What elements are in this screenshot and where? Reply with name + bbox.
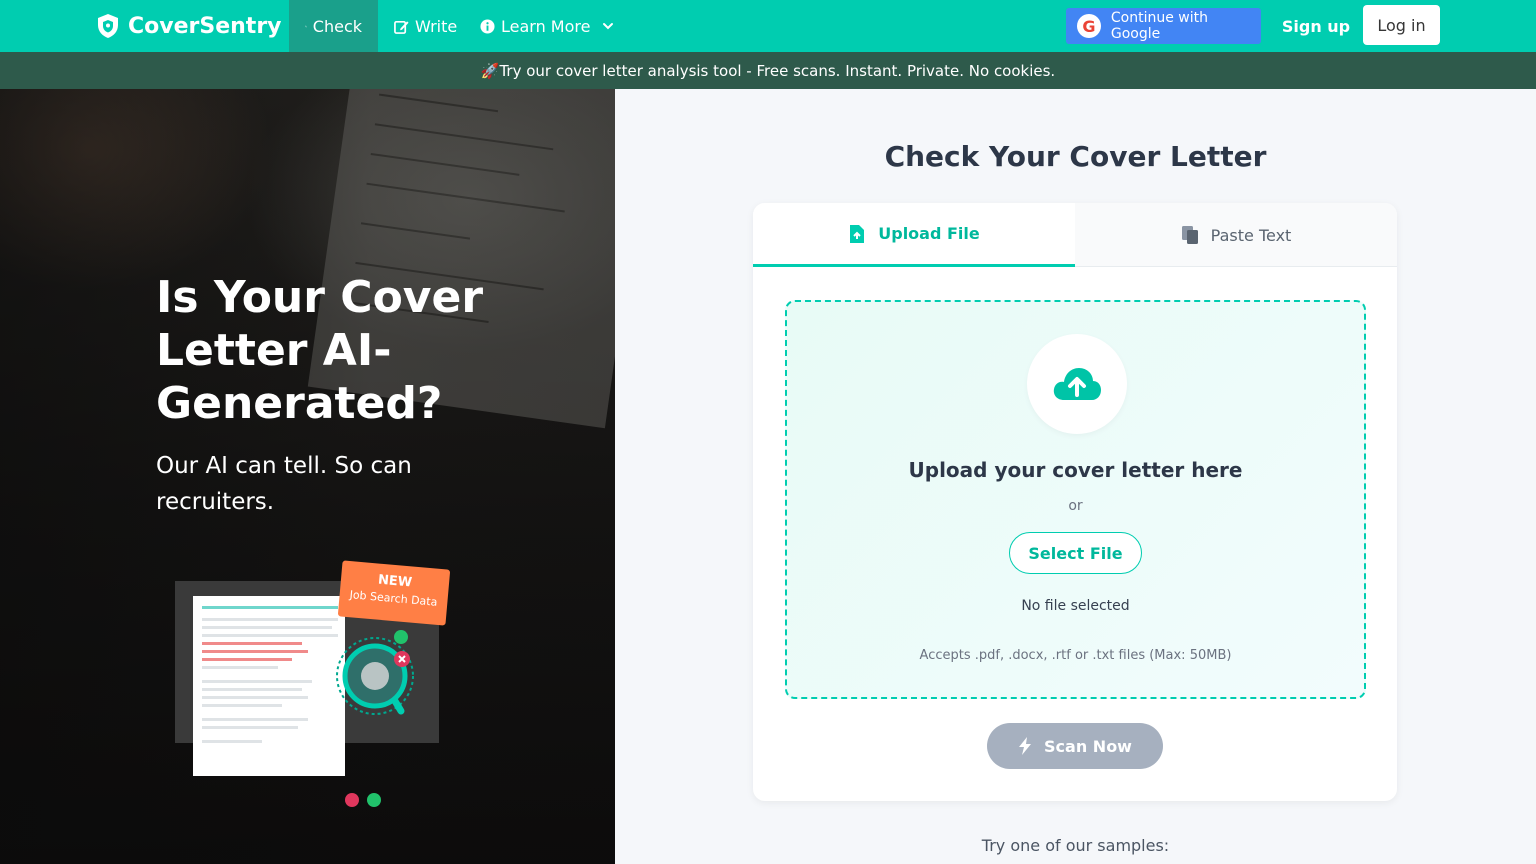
nav-check-label: Check — [312, 16, 362, 36]
brand-logo[interactable]: CoverSentry — [96, 12, 282, 40]
checker-card: Upload File Paste Text Upload your cover… — [753, 203, 1397, 801]
search-icon — [305, 25, 307, 27]
feedback-faces-icon — [345, 793, 381, 807]
nav-learn-more-label: Learn More — [501, 16, 591, 36]
hero-section: Is Your Cover Letter AI-Generated? Our A… — [0, 89, 615, 864]
magnifier-icon — [336, 630, 414, 715]
checker-title: Check Your Cover Letter — [884, 140, 1267, 173]
drop-zone-title: Upload your cover letter here — [908, 458, 1243, 482]
select-file-button[interactable]: Select File — [1009, 532, 1142, 574]
bolt-icon — [1019, 737, 1032, 755]
edit-icon — [394, 20, 409, 34]
file-drop-zone[interactable]: Upload your cover letter here or Select … — [785, 300, 1366, 699]
login-button[interactable]: Log in — [1363, 5, 1440, 45]
top-nav: CoverSentry Check Write Learn More G Con… — [0, 0, 1536, 52]
tab-paste-text[interactable]: Paste Text — [1075, 203, 1397, 267]
checker-tabs: Upload File Paste Text — [753, 203, 1397, 267]
tab-paste-text-label: Paste Text — [1210, 225, 1292, 245]
paste-icon — [1181, 226, 1198, 244]
scan-now-button[interactable]: Scan Now — [987, 723, 1163, 769]
tab-upload-file-label: Upload File — [878, 224, 980, 243]
hero-subtitle: Our AI can tell. So can recruiters. — [156, 453, 412, 515]
file-upload-icon — [850, 224, 865, 243]
document-illustration — [193, 596, 345, 776]
signup-button[interactable]: Sign up — [1276, 8, 1356, 44]
shield-icon — [98, 14, 118, 38]
new-badge: NEW Job Search Data — [337, 560, 451, 626]
chevron-down-icon — [603, 23, 614, 30]
accepted-formats-note: Accepts .pdf, .docx, .rtf or .txt files … — [919, 648, 1232, 663]
scan-now-label: Scan Now — [1044, 736, 1132, 756]
nav-learn-more[interactable]: Learn More — [464, 0, 630, 52]
hero-title: Is Your Cover Letter AI-Generated? — [156, 272, 484, 429]
google-signin-label: Continue with Google — [1110, 10, 1208, 42]
samples-label: Try one of our samples: — [981, 836, 1170, 855]
nav-write-label: Write — [415, 16, 458, 36]
drop-zone-or: or — [1068, 498, 1083, 514]
google-icon: G — [1077, 14, 1101, 38]
info-icon — [480, 18, 495, 34]
no-file-status: No file selected — [1021, 598, 1130, 614]
google-signin-button[interactable]: G Continue with Google — [1066, 8, 1261, 44]
cloud-upload-icon — [1053, 368, 1101, 400]
brand-name: CoverSentry — [128, 13, 282, 39]
nav-check[interactable]: Check — [289, 0, 378, 52]
hero-illustration: NEW Job Search Data — [175, 560, 451, 807]
nav-write[interactable]: Write — [378, 0, 473, 52]
promo-banner-text: 🚀Try our cover letter analysis tool - Fr… — [480, 61, 1056, 80]
tab-upload-file[interactable]: Upload File — [753, 203, 1075, 267]
promo-banner: 🚀Try our cover letter analysis tool - Fr… — [0, 52, 1536, 89]
